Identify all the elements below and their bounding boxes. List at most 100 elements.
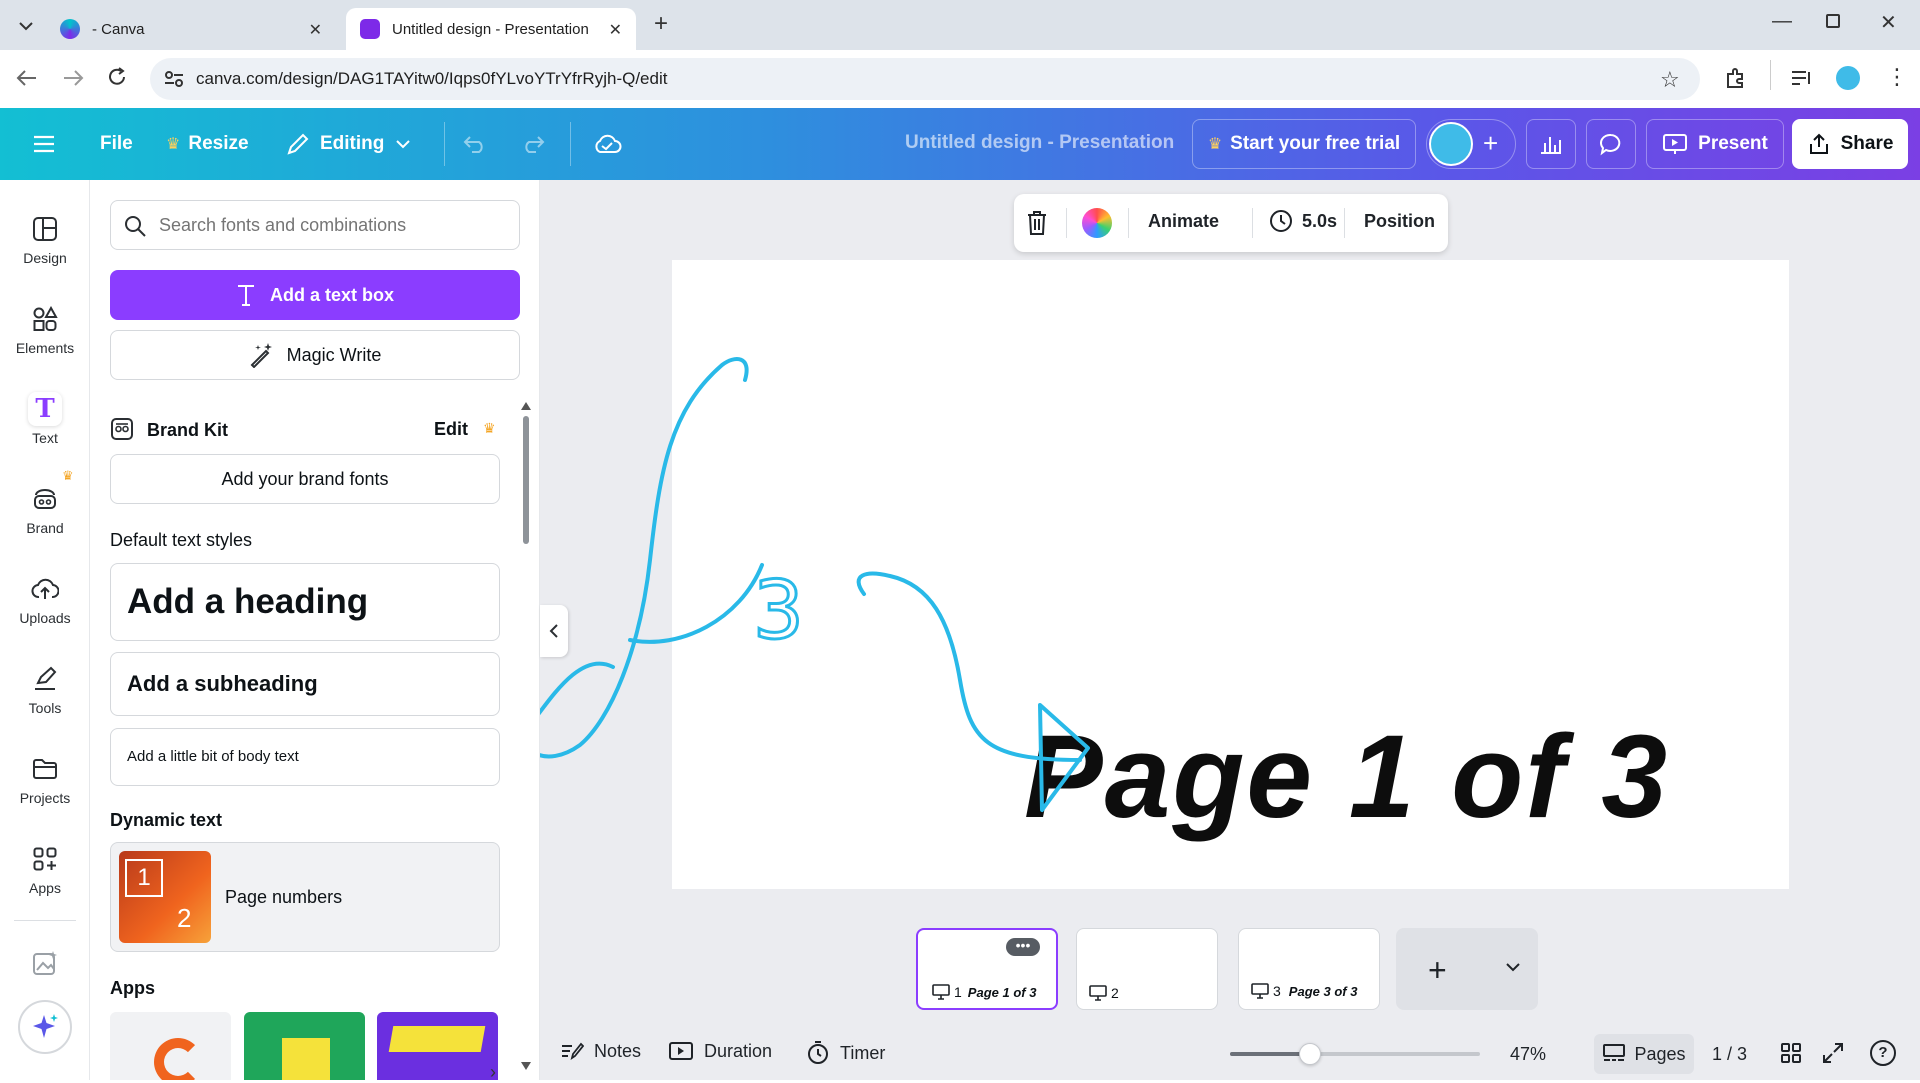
zoom-slider-knob[interactable] bbox=[1299, 1043, 1321, 1065]
forward-arrow-icon[interactable] bbox=[62, 68, 84, 88]
brand-kit-edit-link[interactable]: Edit bbox=[434, 419, 468, 440]
scribble-arrow-shaft bbox=[856, 571, 1082, 762]
zoom-slider-track[interactable] bbox=[1230, 1043, 1480, 1065]
add-heading-option[interactable]: Add a heading bbox=[110, 563, 500, 641]
user-avatar[interactable] bbox=[1429, 122, 1473, 166]
minimize-icon[interactable]: — bbox=[1772, 10, 1792, 33]
new-tab-plus-icon[interactable]: + bbox=[654, 10, 668, 38]
app-tile-2[interactable] bbox=[244, 1012, 365, 1080]
magic-write-button[interactable]: Magic Write bbox=[110, 330, 520, 380]
zoom-percentage[interactable]: 47% bbox=[1510, 1044, 1546, 1065]
undo-icon[interactable] bbox=[462, 108, 488, 180]
more-options-icon[interactable]: ••• bbox=[1006, 938, 1040, 956]
reload-icon[interactable] bbox=[106, 66, 128, 88]
font-search-box[interactable] bbox=[110, 200, 520, 250]
back-arrow-icon[interactable] bbox=[16, 68, 38, 88]
notes-label: Notes bbox=[594, 1040, 642, 1061]
add-text-box-label: Add a text box bbox=[269, 284, 394, 305]
add-body-text-option[interactable]: Add a little bit of body text bbox=[110, 728, 500, 786]
window-close-icon[interactable]: ✕ bbox=[1880, 10, 1897, 35]
canva-favicon-icon bbox=[60, 19, 80, 39]
main-menu-hamburger-icon[interactable] bbox=[32, 108, 56, 180]
browser-menu-icon[interactable]: ⋮ bbox=[1886, 64, 1908, 90]
rail-item-design[interactable]: Design bbox=[0, 202, 90, 282]
restore-icon[interactable] bbox=[1826, 14, 1840, 28]
redo-icon[interactable] bbox=[520, 108, 546, 180]
add-page-group: + bbox=[1396, 928, 1538, 1010]
add-subheading-option[interactable]: Add a subheading bbox=[110, 652, 500, 716]
editing-label: Editing bbox=[320, 133, 385, 154]
shapes-icon bbox=[28, 302, 62, 336]
rail-item-uploads[interactable]: Uploads bbox=[0, 562, 90, 642]
start-free-trial-button[interactable]: ♛ Start your free trial bbox=[1192, 119, 1416, 169]
add-brand-fonts-button[interactable]: Add your brand fonts bbox=[110, 454, 500, 504]
file-menu-button[interactable]: File bbox=[100, 108, 133, 180]
extensions-puzzle-icon[interactable] bbox=[1724, 66, 1748, 90]
editing-mode-button[interactable]: Editing bbox=[286, 108, 411, 180]
rail-item-tools[interactable]: Tools bbox=[0, 652, 90, 732]
presentation-icon bbox=[1089, 985, 1107, 1001]
timer-button[interactable]: Timer bbox=[806, 1040, 885, 1066]
rail-item-apps[interactable]: Apps bbox=[0, 832, 90, 912]
notes-button[interactable]: Notes bbox=[560, 1040, 641, 1062]
browser-tab-canva[interactable]: - Canva ✕ bbox=[46, 8, 336, 50]
page-thumbnail-2[interactable]: 2 bbox=[1076, 928, 1218, 1010]
bookmark-star-icon[interactable]: ☆ bbox=[1660, 67, 1680, 93]
cloud-saved-icon[interactable] bbox=[592, 108, 622, 180]
pen-icon bbox=[28, 662, 62, 696]
scroll-up-arrow-icon[interactable] bbox=[521, 402, 531, 410]
url-text[interactable]: canva.com/design/DAG1TAYitw0/Iqps0fYLvoY… bbox=[196, 69, 667, 89]
app-tile-3[interactable] bbox=[377, 1012, 498, 1080]
page-count[interactable]: 1 / 3 bbox=[1712, 1044, 1747, 1065]
add-page-chevron-down-icon[interactable] bbox=[1506, 962, 1520, 972]
site-settings-icon[interactable] bbox=[164, 70, 184, 88]
profile-avatar[interactable] bbox=[1836, 66, 1860, 90]
app-logo-icon bbox=[388, 1026, 486, 1052]
text-icon: T bbox=[28, 392, 62, 426]
rail-label: Elements bbox=[15, 340, 75, 356]
share-button[interactable]: Share bbox=[1792, 119, 1908, 169]
browser-tab-untitled-design[interactable]: Untitled design - Presentation ✕ bbox=[346, 8, 636, 50]
rail-item-brand[interactable]: ♛ Brand bbox=[0, 468, 90, 552]
grid-view-icon[interactable] bbox=[1780, 1042, 1802, 1064]
resize-button[interactable]: ♛ Resize bbox=[166, 108, 249, 180]
crown-icon: ♛ bbox=[62, 468, 74, 483]
page-thumbnail-1[interactable]: ••• 1 Page 1 of 3 bbox=[916, 928, 1058, 1010]
resize-label: Resize bbox=[188, 133, 249, 154]
freehand-drawing[interactable]: 3 bbox=[540, 180, 1920, 1080]
scroll-down-arrow-icon[interactable] bbox=[521, 1062, 531, 1070]
pages-view-button[interactable]: Pages bbox=[1594, 1034, 1694, 1074]
comment-icon[interactable] bbox=[1586, 119, 1636, 169]
close-icon[interactable]: ✕ bbox=[609, 20, 622, 40]
canvas-workspace: Animate 5.0s Position Page 1 of 3 3 ••• … bbox=[540, 180, 1920, 1080]
close-icon[interactable]: ✕ bbox=[309, 20, 322, 40]
apps-heading: Apps bbox=[110, 978, 155, 998]
add-text-box-button[interactable]: Add a text box bbox=[110, 270, 520, 320]
page-thumbnail-3[interactable]: 3 Page 3 of 3 bbox=[1238, 928, 1380, 1010]
media-queue-icon[interactable] bbox=[1790, 68, 1814, 88]
tab-search-chevron-icon[interactable] bbox=[12, 12, 40, 40]
presentation-icon bbox=[1251, 983, 1269, 999]
fullscreen-expand-icon[interactable] bbox=[1822, 1042, 1844, 1064]
panel-scrollbar-thumb[interactable] bbox=[523, 416, 529, 544]
add-collaborator-plus-icon[interactable]: + bbox=[1483, 128, 1498, 159]
help-question-icon[interactable]: ? bbox=[1870, 1040, 1896, 1066]
tab-title: Untitled design - Presentation bbox=[392, 20, 589, 38]
rail-item-text[interactable]: T Text bbox=[0, 382, 90, 462]
add-page-plus-icon[interactable]: + bbox=[1428, 954, 1447, 986]
rail-item-projects[interactable]: Projects bbox=[0, 742, 90, 822]
rail-label: Brand bbox=[26, 520, 64, 536]
app-tile-1[interactable] bbox=[110, 1012, 231, 1080]
font-search-input[interactable] bbox=[159, 211, 509, 239]
address-omnibox[interactable]: canva.com/design/DAG1TAYitw0/Iqps0fYLvoY… bbox=[150, 58, 1700, 100]
design-title[interactable]: Untitled design - Presentation bbox=[905, 132, 1174, 154]
page-numbers-option[interactable]: 1 2 Page numbers bbox=[110, 842, 500, 952]
canva-ai-sparkle-button[interactable] bbox=[18, 1000, 72, 1054]
magic-media-icon[interactable] bbox=[32, 950, 58, 976]
present-button[interactable]: Present bbox=[1646, 119, 1784, 169]
duration-footer-button[interactable]: Duration bbox=[668, 1040, 772, 1062]
insights-chart-icon[interactable] bbox=[1526, 119, 1576, 169]
browser-address-bar: canva.com/design/DAG1TAYitw0/Iqps0fYLvoY… bbox=[0, 50, 1920, 108]
magic-write-label: Magic Write bbox=[286, 344, 382, 365]
rail-item-elements[interactable]: Elements bbox=[0, 292, 90, 372]
